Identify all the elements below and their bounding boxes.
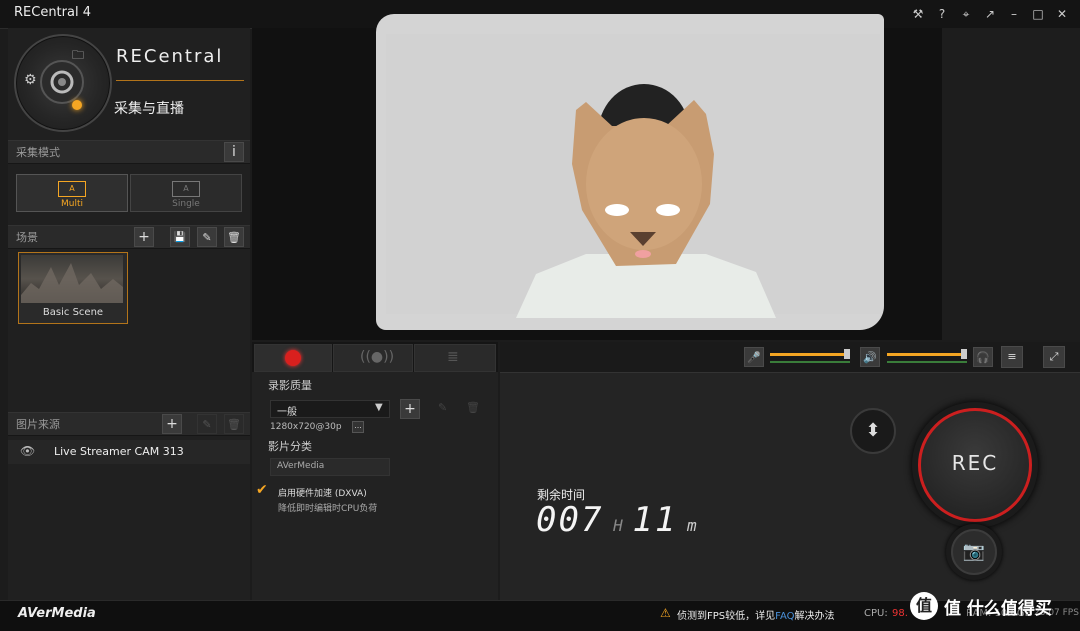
speaker-slider-handle[interactable] bbox=[961, 349, 967, 359]
quality-value: 一般 bbox=[277, 407, 297, 418]
edit-scene-icon[interactable]: ✎ bbox=[197, 227, 217, 247]
info-icon: i bbox=[232, 144, 236, 160]
maximize-icon[interactable]: □ bbox=[1028, 4, 1048, 24]
add-scene-button[interactable]: + bbox=[134, 227, 154, 247]
watermark-logo-icon: 值 bbox=[910, 592, 938, 620]
source-row[interactable]: 👁 Live Streamer CAM 313 bbox=[8, 440, 250, 464]
brand-name: RECentral bbox=[116, 46, 224, 67]
faq-link[interactable]: FAQ bbox=[775, 611, 794, 622]
network-icon: ≣ bbox=[447, 349, 459, 365]
checkmark-icon[interactable]: ✔ bbox=[256, 482, 268, 498]
source-label: Live Streamer CAM 313 bbox=[54, 445, 184, 458]
fps-warning-end: 解决办法 bbox=[794, 611, 835, 622]
speaker-level-meter bbox=[887, 361, 967, 363]
capture-mode-label: 采集模式 bbox=[16, 146, 60, 159]
camera-feed-image bbox=[386, 34, 880, 318]
category-value: AVerMedia bbox=[277, 461, 325, 471]
save-scene-icon[interactable]: 💾 bbox=[170, 227, 190, 247]
mixer-icon[interactable]: ≡ bbox=[1001, 346, 1023, 368]
minimize-icon[interactable]: – bbox=[1004, 4, 1024, 24]
headphones-icon[interactable]: 🎧 bbox=[973, 347, 993, 367]
warning-icon: ⚠ bbox=[660, 606, 671, 620]
back-icon[interactable]: ↗ bbox=[980, 4, 1000, 24]
chevron-down-icon: ▼ bbox=[375, 402, 383, 413]
timer-minutes: 11 bbox=[632, 500, 678, 540]
hw-accel-label: 启用硬件加速 (DXVA) bbox=[278, 489, 367, 499]
pin-icon[interactable]: ⌖ bbox=[956, 4, 976, 24]
timer-hours: 007 bbox=[536, 500, 604, 540]
close-icon[interactable]: ✕ bbox=[1052, 4, 1072, 24]
info-button[interactable]: i bbox=[224, 142, 244, 162]
scene-card[interactable]: Basic Scene bbox=[18, 252, 128, 324]
tab-record[interactable] bbox=[254, 344, 332, 372]
split-icon: ⬍ bbox=[865, 420, 881, 441]
tab-stream[interactable]: ((●)) bbox=[333, 344, 413, 372]
timer-display: 007 H 11 m bbox=[536, 500, 697, 540]
quality-select[interactable]: 一般 ▼ bbox=[270, 400, 390, 418]
resolution-more-button[interactable]: ... bbox=[352, 421, 364, 433]
camera-icon: 📷 bbox=[962, 541, 986, 562]
mic-level-meter bbox=[770, 361, 850, 363]
category-input[interactable]: AVerMedia bbox=[270, 458, 390, 476]
speaker-icon[interactable]: 🔊 bbox=[860, 347, 880, 367]
preview-frame bbox=[376, 14, 884, 330]
delete-source-icon: 🗑 bbox=[224, 414, 244, 434]
edit-source-icon: ✎ bbox=[197, 414, 217, 434]
rec-button[interactable]: REC bbox=[918, 408, 1032, 522]
add-quality-button[interactable]: + bbox=[400, 399, 420, 419]
help-icon[interactable]: ? bbox=[932, 4, 952, 24]
snapshot-button[interactable]: 📷 bbox=[951, 529, 997, 575]
fps-warning-text: 侦测到FPS较低，详见FAQ解决办法 bbox=[677, 607, 835, 622]
delete-quality-icon: 🗑 bbox=[466, 401, 480, 414]
fps-warning-message: 侦测到FPS较低，详见 bbox=[677, 611, 776, 622]
mode-multi-button[interactable]: A Multi bbox=[16, 174, 128, 212]
rec-label: REC bbox=[951, 451, 999, 475]
cpu-label: CPU: bbox=[864, 608, 888, 619]
watermark: 值 值 什么值得买 bbox=[910, 590, 1078, 624]
audio-toolbar bbox=[500, 342, 1080, 373]
sources-label: 图片来源 bbox=[16, 418, 60, 431]
mic-slider-handle[interactable] bbox=[844, 349, 850, 359]
edit-quality-icon: ✎ bbox=[438, 401, 448, 414]
fullscreen-icon[interactable]: ⤢ bbox=[1043, 346, 1065, 368]
single-mode-label: Single bbox=[172, 199, 200, 209]
scenes-label: 场景 bbox=[16, 231, 38, 244]
split-button[interactable]: ⬍ bbox=[850, 408, 896, 454]
cpu-value: 98. bbox=[892, 608, 908, 619]
delete-scene-icon[interactable]: 🗑 bbox=[224, 227, 244, 247]
window-title: RECentral 4 bbox=[14, 5, 91, 20]
timer-minutes-unit: m bbox=[686, 516, 697, 535]
mic-volume-slider[interactable] bbox=[770, 353, 846, 356]
timer-hours-unit: H bbox=[613, 516, 623, 535]
watermark-text: 值 什么值得买 bbox=[944, 599, 1052, 619]
scene-thumbnail-image bbox=[21, 255, 123, 303]
resolution-text: 1280x720@30p bbox=[270, 422, 342, 432]
mode-subtitle: 采集与直播 bbox=[114, 101, 184, 117]
live-indicator-icon[interactable] bbox=[72, 100, 82, 110]
add-source-button[interactable]: + bbox=[162, 414, 182, 434]
capture-mode-header: 采集模式 bbox=[8, 140, 250, 164]
settings-pin-icon[interactable]: ⚒ bbox=[908, 4, 928, 24]
record-dot-icon bbox=[285, 350, 301, 366]
category-label: 影片分类 bbox=[268, 440, 312, 453]
folder-icon[interactable]: 🗀 bbox=[72, 46, 84, 67]
gear-icon[interactable]: ⚙ bbox=[24, 72, 37, 88]
quality-label: 录影质量 bbox=[268, 379, 312, 392]
single-mode-icon: A bbox=[172, 181, 200, 197]
mode-single-button[interactable]: A Single bbox=[130, 174, 242, 212]
multi-mode-icon: A bbox=[58, 181, 86, 197]
hw-accel-hint: 降低即时编辑时CPU负荷 bbox=[278, 504, 378, 514]
visibility-eye-icon[interactable]: 👁 bbox=[20, 444, 35, 458]
microphone-icon[interactable]: 🎤 bbox=[744, 347, 764, 367]
avermedia-logo: AVerMedia bbox=[18, 606, 96, 621]
scene-label: Basic Scene bbox=[42, 307, 104, 318]
multi-mode-label: Multi bbox=[61, 199, 83, 209]
broadcast-icon: ((●)) bbox=[360, 349, 395, 365]
preview-side-strip bbox=[942, 28, 1080, 340]
speaker-volume-slider[interactable] bbox=[887, 353, 963, 356]
brand-divider bbox=[116, 80, 244, 81]
tab-network[interactable]: ≣ bbox=[414, 344, 496, 372]
